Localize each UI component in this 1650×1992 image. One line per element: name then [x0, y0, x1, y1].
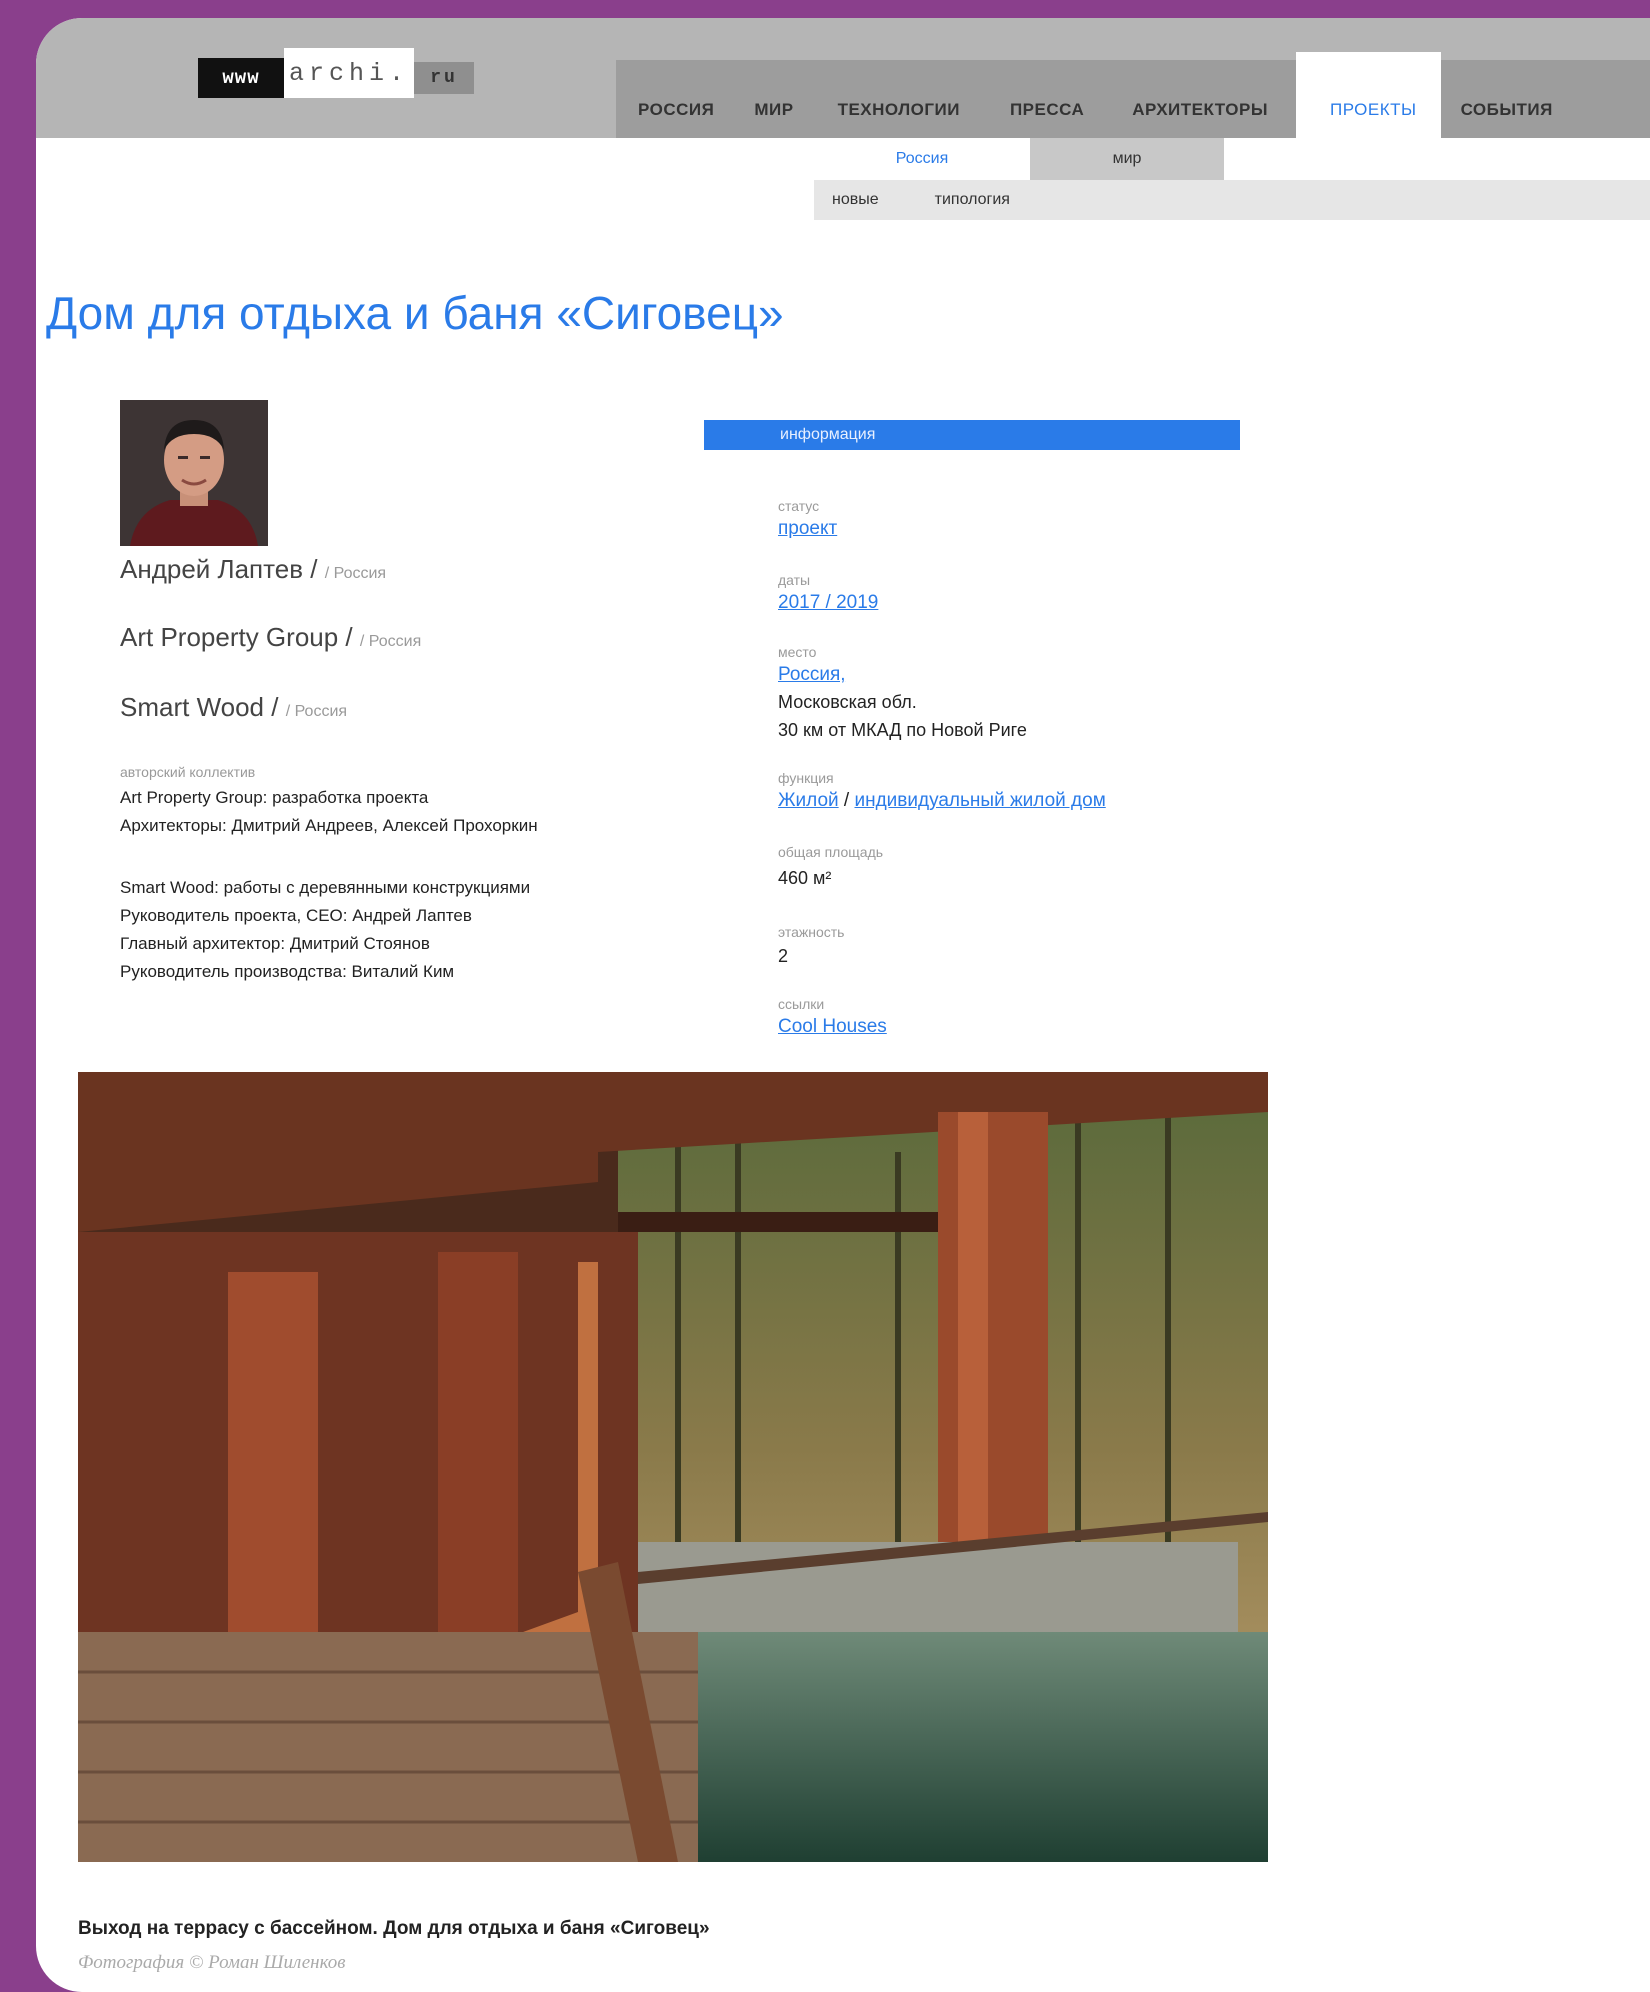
info-header: информация [704, 420, 1240, 450]
place-link[interactable]: Россия, [778, 664, 846, 686]
nav-item-press[interactable]: ПРЕССА [1010, 60, 1132, 138]
team-label: авторский коллектив [120, 764, 256, 780]
author-laptev[interactable]: Андрей Лаптев / / Россия [120, 554, 386, 585]
nav-item-world[interactable]: МИР [754, 60, 837, 138]
author-photo[interactable] [120, 400, 268, 546]
function-link-house[interactable]: индивидуальный жилой дом [854, 790, 1105, 811]
dates-label: даты [778, 572, 811, 588]
floors-value: 2 [778, 946, 789, 966]
author-separator: / [264, 692, 286, 722]
browser-page: www archi. ru РОССИЯ МИР ТЕХНОЛОГИИ ПРЕС… [36, 18, 1650, 1992]
function-separator: / [838, 790, 855, 811]
function-label: функция [778, 770, 834, 786]
author-separator: / [303, 554, 325, 584]
author-name: Art Property Group [120, 622, 339, 652]
team-credits-1: Art Property Group: разработка проекта А… [120, 784, 538, 840]
dates-link[interactable]: 2017 / 2019 [778, 592, 878, 614]
nav-item-russia[interactable]: РОССИЯ [616, 60, 754, 138]
photo-image [78, 1072, 1268, 1862]
place-detail: 30 км от МКАД по Новой Риге [778, 720, 1027, 740]
status-link[interactable]: проект [778, 518, 837, 540]
author-art-property-group[interactable]: Art Property Group / / Россия [120, 622, 421, 653]
credit-line: Руководитель производства: Виталий Ким [120, 962, 455, 981]
status-label: статус [778, 498, 820, 514]
nav-item-projects[interactable]: ПРОЕКТЫ [1295, 52, 1441, 138]
team-credits-2: Smart Wood: работы с деревянными констру… [120, 874, 530, 986]
sub-nav-filters: новые типология [814, 180, 1650, 220]
credit-line: Smart Wood: работы с деревянными констру… [120, 878, 531, 897]
credit-line: Art Property Group: разработка проекта [120, 788, 429, 807]
photo-credit: Фотография © Роман Шиленков [78, 1952, 346, 1973]
logo-archi: archi. [284, 48, 414, 98]
project-photo[interactable] [78, 1072, 1268, 1862]
credit-line: Главный архитектор: Дмитрий Стоянов [120, 934, 430, 953]
author-country: / Россия [324, 565, 387, 582]
photo-caption: Выход на террасу с бассейном. Дом для от… [78, 1918, 710, 1939]
place-label: место [778, 644, 817, 660]
main-nav: РОССИЯ МИР ТЕХНОЛОГИИ ПРЕССА АРХИТЕКТОРЫ… [616, 52, 1650, 138]
portrait-image [120, 400, 268, 546]
credit-line: Руководитель проекта, CEO: Андрей Лаптев [120, 906, 472, 925]
nav-item-events[interactable]: СОБЫТИЯ [1441, 60, 1553, 138]
author-separator: / [338, 622, 360, 652]
logo-ru: ru [414, 62, 474, 94]
function-links: Жилой / индивидуальный жилой дом [778, 790, 1106, 812]
function-link-residential[interactable]: Жилой [778, 790, 839, 811]
site-logo[interactable]: www archi. ru [198, 48, 478, 102]
subnav-world[interactable]: мир [1030, 138, 1224, 180]
author-country: / Россия [359, 633, 422, 650]
credit-line: Архитекторы: Дмитрий Андреев, Алексей Пр… [120, 816, 538, 835]
nav-item-architects[interactable]: АРХИТЕКТОРЫ [1132, 60, 1296, 138]
author-name: Smart Wood [120, 692, 265, 722]
cool-houses-link[interactable]: Cool Houses [778, 1016, 887, 1038]
links-label: ссылки [778, 996, 825, 1012]
nav-item-technology[interactable]: ТЕХНОЛОГИИ [838, 60, 1010, 138]
place-region: Московская обл. [778, 692, 917, 712]
subnav-russia[interactable]: Россия [814, 138, 1030, 180]
floors-label: этажность [778, 924, 845, 940]
subnav-typology[interactable]: типология [935, 191, 1010, 209]
logo-www: www [198, 58, 284, 98]
page-title: Дом для отдыха и баня «Сиговец» [46, 287, 784, 339]
sub-nav-regions: Россия мир [36, 138, 1650, 180]
author-smart-wood[interactable]: Smart Wood / / Россия [120, 692, 347, 723]
author-country: / Россия [285, 703, 348, 720]
subnav-new[interactable]: новые [832, 191, 879, 209]
author-name: Андрей Лаптев [120, 554, 304, 584]
area-label: общая площадь [778, 844, 884, 860]
area-value: 460 м² [778, 868, 832, 888]
